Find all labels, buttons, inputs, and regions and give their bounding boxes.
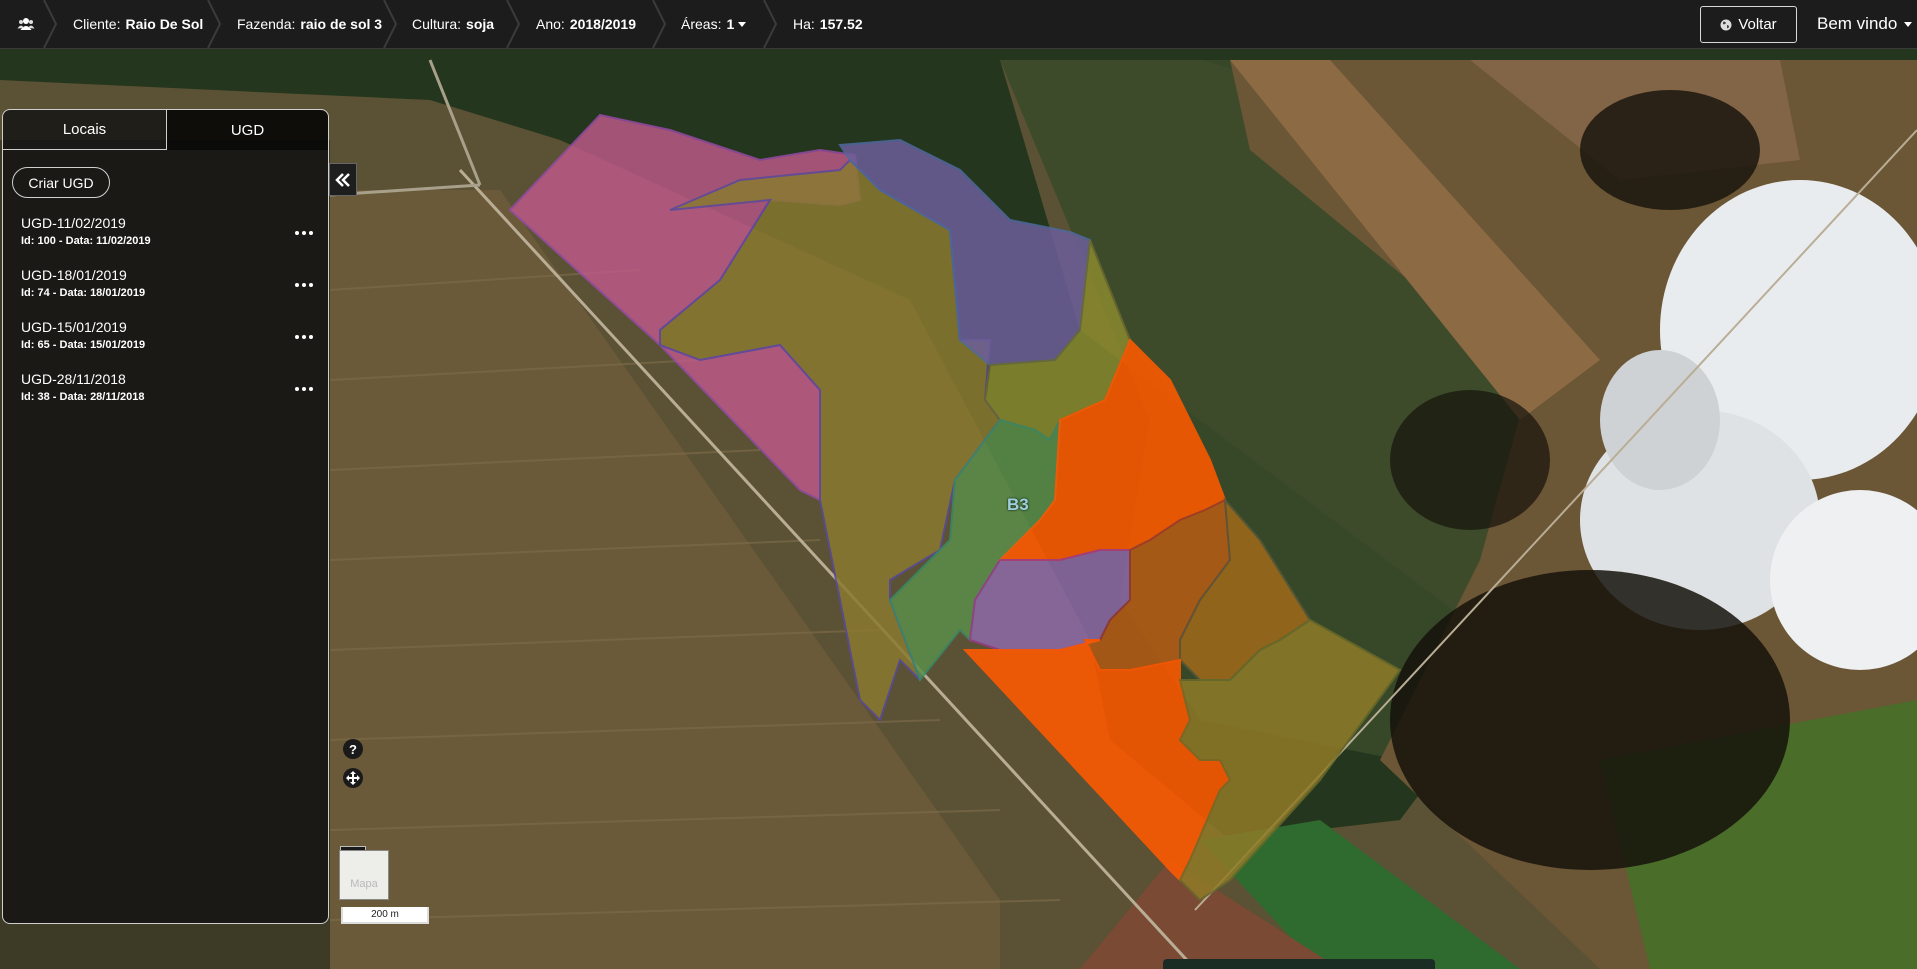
ugd-side-panel: Locais UGD Criar UGD UGD-11/02/2019 Id: … <box>2 109 329 924</box>
ugd-subtitle: Id: 38 - Data: 28/11/2018 <box>21 391 145 403</box>
breadcrumb-label: Fazenda: <box>237 16 296 32</box>
list-item[interactable]: UGD-15/01/2019 Id: 65 - Data: 15/01/2019 <box>21 319 313 363</box>
tab-label: UGD <box>230 121 265 139</box>
tab-ugd[interactable]: UGD <box>166 110 328 150</box>
ugd-subtitle: Id: 65 - Data: 15/01/2019 <box>21 339 146 351</box>
more-options-icon[interactable] <box>295 283 313 289</box>
list-item[interactable]: UGD-11/02/2019 Id: 100 - Data: 11/02/201… <box>21 215 313 259</box>
double-chevron-left-icon <box>335 172 350 187</box>
ugd-title: UGD-15/01/2019 <box>21 319 127 335</box>
ugd-subtitle: Id: 74 - Data: 18/01/2019 <box>21 287 146 299</box>
breadcrumb-cultura[interactable]: Cultura: soja <box>412 0 494 48</box>
chevron-down-icon <box>1904 21 1913 27</box>
back-button[interactable]: Voltar <box>1700 6 1797 43</box>
back-button-label: Voltar <box>1738 16 1777 33</box>
ugd-title: UGD-18/01/2019 <box>21 267 127 283</box>
chevron-down-icon <box>738 21 747 27</box>
scale-bar: 200 m <box>341 907 429 924</box>
move-icon[interactable] <box>343 768 363 788</box>
ugd-title: UGD-11/02/2019 <box>21 215 126 231</box>
breadcrumb-value: Raio De Sol <box>125 16 204 32</box>
breadcrumb-value: 2018/2019 <box>569 16 636 32</box>
breadcrumb-label: Cultura: <box>412 16 462 32</box>
panel-tabs: Locais UGD <box>3 110 328 150</box>
bottom-bar <box>1163 959 1435 969</box>
field-label: B3 <box>1007 495 1029 514</box>
ugd-title: UGD-28/11/2018 <box>21 371 126 387</box>
users-icon[interactable] <box>17 15 35 33</box>
user-menu[interactable]: Bem vindo <box>1817 0 1913 48</box>
breadcrumb-label: Ano: <box>536 16 565 32</box>
globe-icon <box>1720 19 1732 30</box>
breadcrumb-ano[interactable]: Ano: 2018/2019 <box>536 0 636 48</box>
breadcrumb-fazenda[interactable]: Fazenda: raio de sol 3 <box>237 0 382 48</box>
tab-locais[interactable]: Locais <box>3 110 166 150</box>
top-navbar: Cliente: Raio De Sol Fazenda: raio de so… <box>0 0 1917 49</box>
breadcrumb-hectares: Ha: 157.52 <box>793 0 863 48</box>
list-item[interactable]: UGD-18/01/2019 Id: 74 - Data: 18/01/2019 <box>21 267 313 311</box>
create-ugd-button[interactable]: Criar UGD <box>12 167 110 198</box>
help-glyph: ? <box>349 741 357 757</box>
create-ugd-label: Criar UGD <box>28 174 94 191</box>
tab-label: Locais <box>62 121 107 138</box>
breadcrumb-cliente[interactable]: Cliente: Raio De Sol <box>73 0 203 48</box>
breadcrumb-label: Áreas: <box>681 16 722 32</box>
breadcrumb-label: Ha: <box>793 16 815 32</box>
breadcrumb-value: 157.52 <box>819 16 863 32</box>
more-options-icon[interactable] <box>295 387 313 393</box>
breadcrumb-value: soja <box>466 16 495 32</box>
more-options-icon[interactable] <box>295 231 313 237</box>
breadcrumb-separator-icon <box>505 0 523 48</box>
breadcrumb-separator-icon <box>651 0 669 48</box>
breadcrumb-value: raio de sol 3 <box>300 16 383 32</box>
help-icon[interactable]: ? <box>343 739 363 759</box>
ugd-subtitle: Id: 100 - Data: 11/02/2019 <box>21 235 151 247</box>
breadcrumb-areas-dropdown[interactable]: Áreas: 1 <box>681 0 747 48</box>
scale-label: 200 m <box>371 909 399 920</box>
base-layer-label: Mapa <box>350 878 378 890</box>
more-options-icon[interactable] <box>295 335 313 341</box>
breadcrumb-value: 1 <box>726 16 735 32</box>
collapse-panel-button[interactable] <box>329 163 357 196</box>
breadcrumb-separator-icon <box>382 0 400 48</box>
breadcrumb-separator-icon <box>206 0 224 48</box>
breadcrumb-separator-icon <box>762 0 780 48</box>
list-item[interactable]: UGD-28/11/2018 Id: 38 - Data: 28/11/2018 <box>21 371 313 415</box>
breadcrumb-separator-icon <box>42 0 60 48</box>
breadcrumb-label: Cliente: <box>73 16 121 32</box>
user-menu-label: Bem vindo <box>1817 14 1898 33</box>
base-layer-toggle[interactable]: Mapa <box>339 850 389 900</box>
